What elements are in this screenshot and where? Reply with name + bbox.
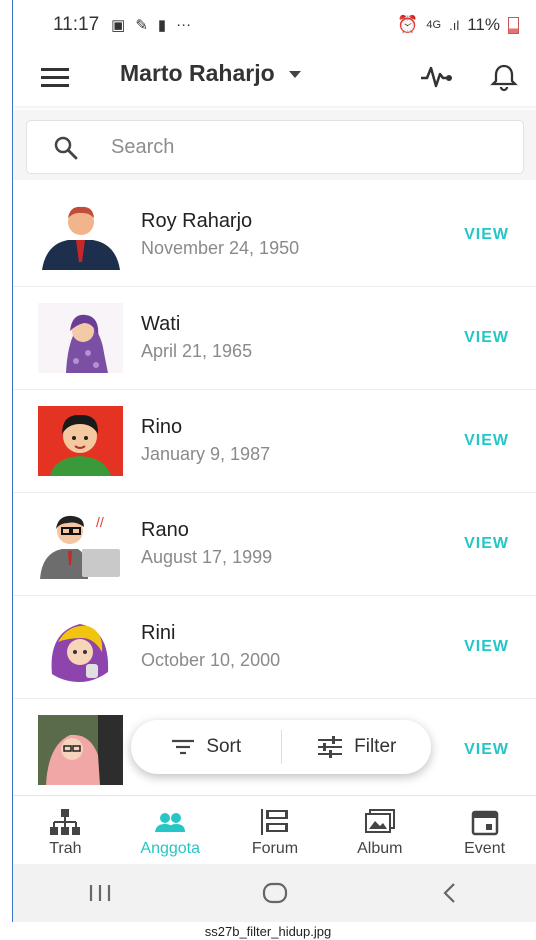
dropdown-caret-icon bbox=[288, 71, 301, 79]
phone-screen: 11:17 ▣ ✎ ▮ ··· ⏰ 4G .ıl 11% Marto Rahar… bbox=[12, 0, 536, 922]
status-bar: 11:17 ▣ ✎ ▮ ··· ⏰ 4G .ıl 11% bbox=[13, 0, 536, 50]
nav-label: Album bbox=[357, 840, 403, 857]
member-name: Roy Raharjo bbox=[141, 210, 253, 232]
nav-album[interactable]: Album bbox=[327, 796, 432, 864]
member-avatar: // bbox=[38, 509, 123, 579]
status-icons-left: ▣ ✎ ▮ ··· bbox=[111, 16, 191, 34]
notification-bell-icon[interactable] bbox=[489, 62, 519, 92]
back-icon[interactable] bbox=[435, 881, 465, 905]
nav-label: Forum bbox=[251, 840, 299, 857]
recent-apps-icon[interactable] bbox=[85, 881, 115, 905]
image-caption: ss27b_filter_hidup.jpg bbox=[204, 924, 332, 939]
nav-label: Trah bbox=[49, 840, 82, 857]
status-icons-right: ⏰ 4G .ıl 11% bbox=[397, 15, 519, 35]
signal-icon: .ıl bbox=[449, 17, 460, 33]
search-input[interactable] bbox=[109, 131, 473, 163]
sort-filter-bar: Sort Filter bbox=[131, 720, 431, 774]
status-time: 11:17 bbox=[53, 14, 100, 35]
home-icon[interactable] bbox=[260, 881, 290, 905]
page-title: Marto Raharjo bbox=[120, 60, 275, 86]
member-avatar bbox=[38, 406, 123, 476]
album-icon bbox=[364, 809, 395, 833]
filter-button[interactable]: Filter bbox=[282, 736, 432, 758]
filter-sliders-icon bbox=[318, 736, 343, 758]
member-list: Roy Raharjo November 24, 1950 VIEW Wati … bbox=[13, 184, 536, 802]
calendar-icon bbox=[471, 810, 498, 836]
family-selector[interactable]: Marto Raharjo bbox=[120, 60, 301, 87]
member-name: Rino bbox=[141, 416, 183, 438]
alarm-icon: ⏰ bbox=[397, 15, 419, 34]
more-notifications-icon: ··· bbox=[176, 16, 192, 33]
view-button[interactable]: VIEW bbox=[464, 226, 509, 244]
app-bar: Marto Raharjo bbox=[13, 50, 536, 106]
bottom-navigation: Trah Anggota Forum Album Event bbox=[13, 795, 536, 864]
people-icon bbox=[155, 813, 186, 832]
view-button[interactable]: VIEW bbox=[464, 535, 509, 553]
member-name: Wati bbox=[141, 313, 181, 335]
activity-pulse-icon[interactable] bbox=[419, 62, 453, 92]
sort-button[interactable]: Sort bbox=[131, 736, 281, 758]
member-avatar bbox=[38, 303, 123, 373]
sort-label: Sort bbox=[206, 736, 242, 757]
list-item: Wati April 21, 1965 VIEW bbox=[13, 287, 536, 390]
battery-percent: 11% bbox=[467, 15, 500, 34]
svg-text://: // bbox=[96, 514, 104, 530]
tree-icon bbox=[50, 809, 81, 835]
network-type: 4G bbox=[426, 19, 442, 31]
nav-trah[interactable]: Trah bbox=[13, 796, 118, 864]
member-avatar bbox=[38, 715, 123, 785]
battery-alert-icon: ▮ bbox=[157, 17, 167, 34]
member-avatar bbox=[38, 200, 123, 270]
member-name: Rano bbox=[141, 519, 189, 541]
member-birthdate: October 10, 2000 bbox=[141, 650, 281, 670]
battery-icon bbox=[508, 16, 519, 34]
forum-icon bbox=[260, 809, 288, 835]
member-birthdate: April 21, 1965 bbox=[141, 341, 253, 361]
search-section bbox=[13, 110, 536, 180]
menu-icon[interactable] bbox=[41, 68, 69, 87]
view-button[interactable]: VIEW bbox=[464, 432, 509, 450]
member-name: Rini bbox=[141, 622, 176, 644]
list-item: // Rano August 17, 1999 VIEW bbox=[13, 493, 536, 596]
feather-notification-icon: ✎ bbox=[135, 17, 148, 34]
list-item: Rino January 9, 1987 VIEW bbox=[13, 390, 536, 493]
nav-event[interactable]: Event bbox=[432, 796, 536, 864]
member-birthdate: August 17, 1999 bbox=[141, 547, 273, 567]
nav-anggota[interactable]: Anggota bbox=[118, 796, 223, 864]
nav-label: Anggota bbox=[140, 840, 200, 857]
view-button[interactable]: VIEW bbox=[464, 638, 509, 656]
search-icon bbox=[54, 136, 78, 160]
view-button[interactable]: VIEW bbox=[464, 741, 509, 759]
system-navigation-bar bbox=[13, 864, 536, 922]
view-button[interactable]: VIEW bbox=[464, 329, 509, 347]
list-item: Roy Raharjo November 24, 1950 VIEW bbox=[13, 184, 536, 287]
member-birthdate: January 9, 1987 bbox=[141, 444, 271, 464]
nav-forum[interactable]: Forum bbox=[223, 796, 328, 864]
list-item: Rini October 10, 2000 VIEW bbox=[13, 596, 536, 699]
filter-label: Filter bbox=[354, 736, 397, 757]
member-avatar bbox=[38, 612, 123, 682]
sort-icon bbox=[172, 739, 195, 755]
nav-label: Event bbox=[464, 840, 506, 857]
gallery-notification-icon: ▣ bbox=[111, 17, 126, 34]
member-birthdate: November 24, 1950 bbox=[141, 238, 300, 258]
search-box bbox=[26, 120, 524, 174]
